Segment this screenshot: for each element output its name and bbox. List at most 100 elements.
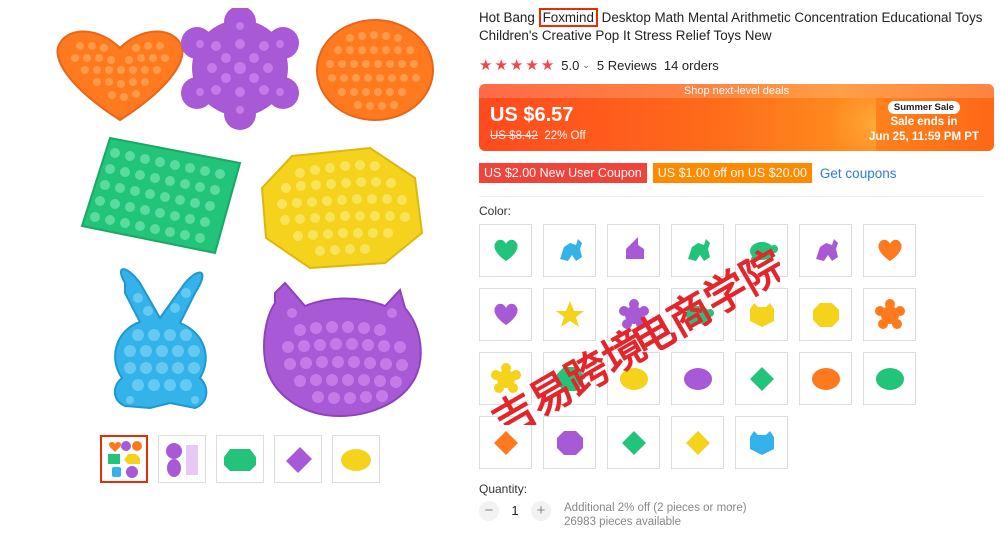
color-option-green-turtle[interactable] bbox=[735, 224, 788, 277]
turtle-icon bbox=[749, 241, 778, 262]
color-option-purple-heart[interactable] bbox=[479, 288, 532, 341]
square-icon bbox=[685, 430, 710, 455]
thumbnail-2[interactable] bbox=[158, 435, 206, 483]
color-option-green-octagon[interactable] bbox=[543, 352, 596, 405]
color-option-green-square[interactable] bbox=[735, 352, 788, 405]
color-option-yellow-round[interactable] bbox=[607, 352, 660, 405]
thumbnail-1[interactable] bbox=[100, 435, 148, 483]
quantity-stepper: − 1 + Additional 2% off (2 pieces or mor… bbox=[479, 501, 994, 529]
purple-cat-toy bbox=[263, 281, 422, 418]
heart-icon bbox=[877, 239, 902, 261]
plus-icon[interactable]: + bbox=[531, 501, 551, 521]
title-prefix: Hot Bang bbox=[479, 10, 539, 25]
color-option-yellow-octagon[interactable] bbox=[799, 288, 852, 341]
brand-name[interactable]: Foxmind bbox=[538, 8, 598, 27]
dinosaur-icon bbox=[559, 238, 582, 261]
color-option-orange-square[interactable] bbox=[479, 416, 532, 469]
rating-row: ★ ★ ★ ★ ★ 5.0 ⌄ 5 Reviews 14 orders bbox=[479, 56, 994, 74]
minus-icon[interactable]: − bbox=[479, 501, 499, 521]
unicorn-icon bbox=[625, 236, 644, 259]
octagon-icon bbox=[556, 430, 583, 455]
orange-heart-toy bbox=[56, 30, 184, 122]
orange-round-toy bbox=[316, 19, 434, 121]
sale-ends-date: Jun 25, 11:59 PM PT bbox=[869, 131, 979, 143]
product-title: Hot Bang Foxmind Desktop Math Mental Ari… bbox=[479, 8, 994, 45]
bulk-discount-note: Additional 2% off (2 pieces or more) bbox=[564, 502, 747, 514]
green-square-toy bbox=[80, 136, 242, 255]
store-coupon[interactable]: US $1.00 off on US $20.00 bbox=[652, 163, 812, 183]
square-icon bbox=[621, 430, 646, 455]
color-option-orange-heart[interactable] bbox=[863, 224, 916, 277]
summer-sale-badge: Summer Sale bbox=[887, 101, 961, 114]
turtle-icon bbox=[685, 305, 714, 326]
color-option-blue-cat[interactable] bbox=[735, 416, 788, 469]
octagon-icon bbox=[812, 302, 839, 327]
square-icon bbox=[493, 430, 518, 455]
color-option-yellow-square[interactable] bbox=[671, 416, 724, 469]
original-price-row: US $8.42 22% Off bbox=[490, 130, 586, 142]
color-option-purple-flower[interactable] bbox=[607, 288, 660, 341]
new-user-coupon[interactable]: US $2.00 New User Coupon bbox=[479, 163, 647, 183]
thumbnail-3[interactable] bbox=[216, 435, 264, 483]
flower-icon bbox=[490, 362, 521, 393]
octagon-icon bbox=[556, 366, 583, 391]
purple-flower-toy bbox=[181, 8, 299, 130]
main-product-image[interactable] bbox=[30, 8, 450, 428]
round-icon bbox=[811, 367, 840, 390]
color-option-yellow-star[interactable] bbox=[543, 288, 596, 341]
discount-percent: 22% Off bbox=[544, 130, 586, 142]
color-option-green-square[interactable] bbox=[607, 416, 660, 469]
blue-bunny-toy bbox=[113, 268, 208, 410]
color-option-yellow-flower[interactable] bbox=[479, 352, 532, 405]
quantity-value[interactable]: 1 bbox=[509, 501, 521, 521]
color-label: Color: bbox=[479, 204, 512, 218]
color-option-green-heart[interactable] bbox=[479, 224, 532, 277]
deal-banner: Shop next-level deals US $6.57 US $8.42 … bbox=[479, 84, 994, 151]
star-icon: ★ bbox=[525, 57, 539, 74]
color-option-purple-octagon[interactable] bbox=[543, 416, 596, 469]
original-price: US $8.42 bbox=[490, 130, 538, 142]
square-icon bbox=[749, 366, 774, 391]
color-option-purple-dinosaur[interactable] bbox=[799, 224, 852, 277]
flower-icon bbox=[618, 298, 649, 329]
thumbnail-5[interactable] bbox=[332, 435, 380, 483]
color-swatch-grid bbox=[479, 224, 994, 469]
color-option-green-round[interactable] bbox=[863, 352, 916, 405]
color-option-purple-unicorn[interactable] bbox=[607, 224, 660, 277]
chevron-down-icon[interactable]: ⌄ bbox=[582, 60, 590, 71]
thumbnail-4[interactable] bbox=[274, 435, 322, 483]
round-icon bbox=[683, 367, 712, 390]
color-option-green-dinosaur[interactable] bbox=[671, 224, 724, 277]
divider bbox=[479, 196, 984, 197]
deal-strip-text[interactable]: Shop next-level deals bbox=[479, 84, 994, 98]
star-icon: ★ bbox=[494, 57, 508, 74]
sale-price: US $6.57 bbox=[490, 104, 574, 126]
product-info-panel: Hot Bang Foxmind Desktop Math Mental Ari… bbox=[479, 0, 994, 529]
stock-available: 26983 pieces available bbox=[564, 516, 682, 528]
color-option-purple-round[interactable] bbox=[671, 352, 724, 405]
color-option-orange-round[interactable] bbox=[799, 352, 852, 405]
star-icon: ★ bbox=[509, 57, 524, 74]
round-icon bbox=[875, 367, 904, 390]
quantity-label: Quantity: bbox=[479, 482, 528, 496]
get-coupons-link[interactable]: Get coupons bbox=[820, 166, 897, 181]
dinosaur-icon bbox=[687, 238, 710, 261]
quantity-info: Additional 2% off (2 pieces or more) 269… bbox=[564, 501, 747, 529]
reviews-link[interactable]: 5 Reviews bbox=[597, 58, 657, 73]
yellow-octagon-toy bbox=[260, 146, 424, 270]
color-option-yellow-cat[interactable] bbox=[735, 288, 788, 341]
sale-ends-label: Sale ends in bbox=[890, 116, 958, 128]
color-option-orange-flower[interactable] bbox=[863, 288, 916, 341]
orders-count: 14 orders bbox=[663, 57, 719, 73]
product-gallery bbox=[0, 0, 470, 557]
rating-stars[interactable]: ★ ★ ★ ★ ★ bbox=[479, 56, 554, 74]
flower-icon bbox=[874, 298, 905, 329]
thumbnail-strip bbox=[100, 435, 380, 483]
star-icon bbox=[555, 300, 584, 327]
color-option-blue-dinosaur[interactable] bbox=[543, 224, 596, 277]
color-option-green-turtle[interactable] bbox=[671, 288, 724, 341]
heart-icon bbox=[493, 303, 518, 325]
rating-value: 5.0 bbox=[561, 57, 580, 73]
cat-icon bbox=[749, 302, 774, 327]
star-icon: ★ bbox=[540, 57, 555, 74]
